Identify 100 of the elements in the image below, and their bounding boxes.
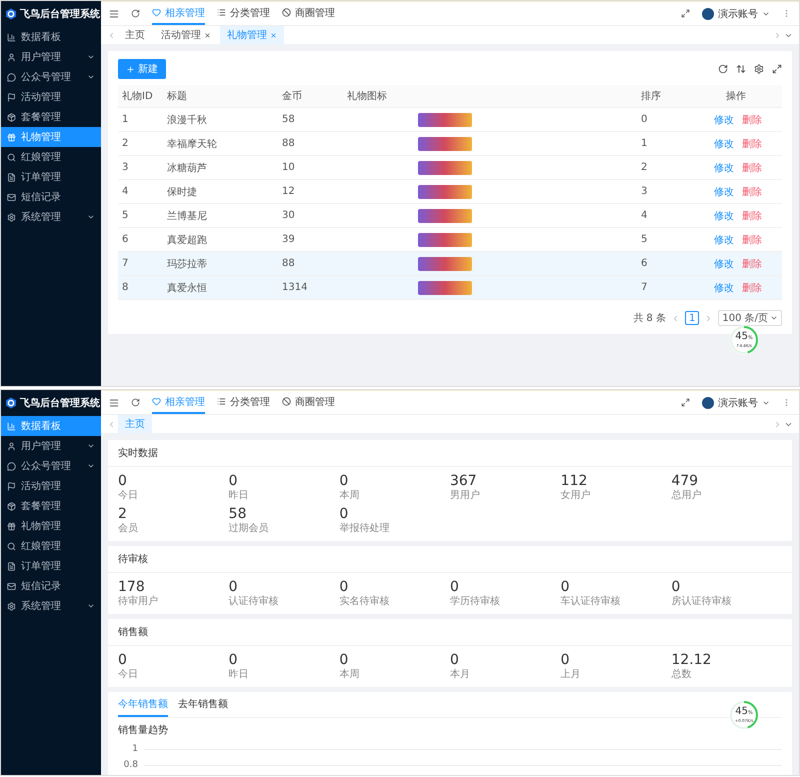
flag-icon: [7, 482, 16, 490]
avatar[interactable]: [702, 396, 714, 408]
fullscreen-icon[interactable]: [681, 398, 690, 407]
stat-value: 12.12: [671, 652, 712, 668]
stat-label: 总数: [671, 669, 692, 681]
stat-value: 0: [450, 579, 460, 596]
gift-image-placeholder: [418, 112, 472, 126]
sidebar-item[interactable]: 套餐管理: [1, 496, 101, 516]
nav-tab[interactable]: 分类管理: [217, 391, 270, 414]
refresh-icon[interactable]: [718, 64, 728, 74]
table-cell-text: 2: [121, 138, 130, 149]
close-icon[interactable]: [204, 32, 211, 38]
sidebar-item[interactable]: 用户管理: [1, 436, 101, 456]
table-cell-text: 兰博基尼: [166, 210, 208, 222]
sidebar-item[interactable]: 红娘管理: [1, 147, 101, 167]
stat-label: 本周: [339, 490, 360, 502]
stat-value: 0: [339, 579, 350, 596]
gift-image-placeholder: [418, 160, 472, 174]
stat-label: 过期会员: [228, 523, 270, 535]
stat-value: 58: [228, 506, 248, 522]
stat-label: 本周: [339, 669, 360, 681]
stat-value: 2: [118, 506, 128, 523]
stat-value: 178: [118, 579, 146, 596]
refresh-icon[interactable]: [131, 9, 140, 18]
sidebar-item[interactable]: 系统管理: [1, 596, 101, 616]
heart-icon: [152, 397, 161, 406]
stat-label: 举报待处理: [339, 523, 390, 535]
stat-value: 0: [560, 652, 571, 668]
sidebar-item[interactable]: 短信记录: [1, 187, 101, 207]
gift-image-placeholder: [418, 280, 472, 294]
user-name[interactable]: 演示账号: [718, 396, 758, 410]
table-cell-text: 3: [640, 186, 648, 197]
row-height-icon[interactable]: [736, 64, 746, 74]
column-header: 操作: [725, 90, 747, 103]
settings-icon[interactable]: [754, 64, 764, 74]
table-cell-text: 真爱永恒: [166, 282, 208, 294]
gift-icon: [7, 522, 16, 530]
sidebar-item[interactable]: 礼物管理: [1, 516, 101, 536]
table-cell-text: 冰糖葫芦: [166, 162, 208, 174]
stat-label: 车认证待审核: [560, 596, 622, 608]
nav-tab[interactable]: 分类管理: [217, 2, 270, 25]
page-tab[interactable]: 主页: [118, 26, 152, 44]
chevron-down-icon: [87, 462, 95, 470]
app-title: 飞鸟后台管理系统: [20, 8, 100, 21]
package-icon: [7, 502, 16, 510]
user-icon: [7, 442, 16, 450]
card-title: 实时数据: [108, 440, 792, 467]
sidebar-item[interactable]: 短信记录: [1, 576, 101, 596]
sidebar-item[interactable]: 公众号管理: [1, 456, 101, 476]
page-tab[interactable]: 活动管理: [154, 26, 218, 44]
user-name[interactable]: 演示账号: [718, 6, 758, 20]
sidebar-item[interactable]: 公众号管理: [1, 67, 101, 87]
gift-image-placeholder: [418, 256, 472, 270]
table-cell-text: 12: [281, 186, 296, 197]
stat-value: 479: [671, 473, 700, 490]
fullscreen-icon[interactable]: [772, 64, 782, 74]
page-size-select[interactable]: 100 条/页: [718, 310, 782, 326]
table-cell-text: 7: [640, 282, 648, 293]
sidebar-item[interactable]: 订单管理: [1, 556, 101, 576]
table-cell-text: 88: [281, 138, 296, 149]
table-cell-text: 浪漫千秋: [166, 114, 208, 126]
table-cell-text: 10: [281, 162, 296, 173]
table-cell-text: 30: [281, 210, 296, 221]
total-count: 共 8 条: [633, 312, 666, 325]
table-cell-text: 4: [121, 186, 130, 197]
gift-image-placeholder: [418, 208, 472, 222]
chevron-down-icon: [87, 442, 95, 450]
sidebar-item[interactable]: 红娘管理: [1, 536, 101, 556]
nav-tab[interactable]: 商圈管理: [282, 2, 335, 25]
table-cell-text: 保时捷: [166, 186, 198, 198]
mail-icon: [7, 582, 16, 590]
fullscreen-icon[interactable]: [681, 9, 690, 18]
menu-icon[interactable]: [109, 8, 119, 18]
ban-icon: [282, 397, 291, 406]
sidebar-item[interactable]: 系统管理: [1, 207, 101, 227]
chart-tab[interactable]: 去年销售额: [178, 692, 228, 717]
stat-label: 学历待审核: [450, 596, 501, 608]
search-icon: [7, 542, 16, 550]
document-icon: [7, 562, 16, 570]
stat-value: 112: [560, 473, 588, 490]
table-cell-text: 6: [121, 234, 130, 245]
sidebar-item[interactable]: 数据看板: [1, 27, 101, 47]
stat-value: 0: [118, 473, 128, 490]
table-cell-text: 真爱超跑: [166, 234, 208, 246]
avatar[interactable]: [702, 8, 714, 20]
stat-label: 总用户: [671, 490, 702, 502]
stat-value: 0: [339, 473, 350, 490]
nav-tab[interactable]: 商圈管理: [282, 391, 335, 414]
axis-tick-label: 1: [131, 744, 138, 754]
sidebar-item[interactable]: 活动管理: [1, 87, 101, 107]
sidebar-item[interactable]: 活动管理: [1, 476, 101, 496]
menu-icon[interactable]: [109, 398, 119, 408]
table-cell-text: 5: [640, 234, 648, 245]
sidebar-item[interactable]: 用户管理: [1, 47, 101, 67]
sidebar-item[interactable]: 订单管理: [1, 167, 101, 187]
refresh-icon[interactable]: [131, 398, 140, 407]
sidebar-item[interactable]: 套餐管理: [1, 107, 101, 127]
stat-label: 男用户: [450, 490, 481, 502]
gift-image-placeholder: [418, 136, 472, 150]
chart-title: 销售量趋势: [118, 724, 169, 737]
